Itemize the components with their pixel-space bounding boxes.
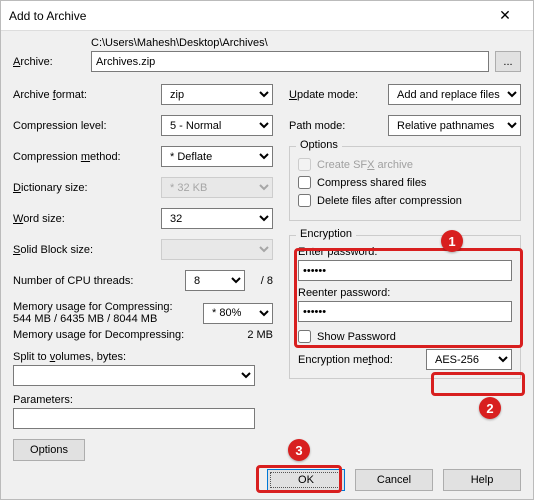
split-select[interactable] — [13, 365, 255, 386]
cancel-button[interactable]: Cancel — [355, 469, 433, 491]
mem-comp-detail: 544 MB / 6435 MB / 8044 MB — [13, 313, 203, 325]
encryption-group: Encryption Enter password: Reenter passw… — [289, 235, 521, 379]
update-select[interactable]: Add and replace files — [388, 84, 521, 105]
dict-select: * 32 KB — [161, 177, 273, 198]
footer: OK Cancel Help — [267, 469, 521, 491]
threads-select[interactable]: 8 — [185, 270, 245, 291]
level-label: Compression level: — [13, 120, 161, 132]
annotation-badge-1: 1 — [441, 230, 463, 252]
mem-decomp-label: Memory usage for Decompressing: — [13, 329, 247, 341]
word-select[interactable]: 32 — [161, 208, 273, 229]
method-select[interactable]: * Deflate — [161, 146, 273, 167]
reenter-password-input[interactable] — [298, 301, 512, 322]
archive-filename-input[interactable] — [91, 51, 489, 72]
shared-label: Compress shared files — [317, 177, 426, 189]
annotation-badge-3: 3 — [288, 439, 310, 461]
threads-max: / 8 — [253, 275, 273, 287]
delete-label: Delete files after compression — [317, 195, 462, 207]
show-password-label: Show Password — [317, 331, 396, 343]
dict-label: Dictionary size: — [13, 182, 161, 194]
ok-button[interactable]: OK — [267, 469, 345, 491]
method-label: Compression method: — [13, 151, 161, 163]
pathmode-select[interactable]: Relative pathnames — [388, 115, 521, 136]
browse-button[interactable]: ... — [495, 51, 521, 72]
options-group-title: Options — [296, 139, 342, 151]
reenter-password-label: Reenter password: — [298, 287, 512, 299]
encryption-group-title: Encryption — [296, 228, 356, 240]
params-label: Parameters: — [13, 394, 273, 406]
enc-method-label: Encryption method: — [298, 354, 426, 366]
shared-checkbox[interactable] — [298, 176, 311, 189]
pathmode-label: Path mode: — [289, 120, 388, 132]
help-button[interactable]: Help — [443, 469, 521, 491]
word-label: Word size: — [13, 213, 161, 225]
level-select[interactable]: 5 - Normal — [161, 115, 273, 136]
enter-password-label: Enter password: — [298, 246, 512, 258]
titlebar: Add to Archive ✕ — [1, 1, 533, 31]
enc-method-select[interactable]: AES-256 — [426, 349, 512, 370]
window-title: Add to Archive — [9, 9, 485, 23]
enter-password-input[interactable] — [298, 260, 512, 281]
threads-label: Number of CPU threads: — [13, 275, 185, 287]
mem-decomp-value: 2 MB — [247, 329, 273, 341]
dialog-window: Add to Archive ✕ C:\Users\Mahesh\Desktop… — [0, 0, 534, 500]
left-column: Archive format: zip Compression level: 5… — [13, 80, 273, 461]
update-label: Update mode: — [289, 89, 388, 101]
format-select[interactable]: zip — [161, 84, 273, 105]
sfx-checkbox — [298, 158, 311, 171]
block-select — [161, 239, 273, 260]
block-label: Solid Block size: — [13, 244, 161, 256]
params-input[interactable] — [13, 408, 255, 429]
format-label: Archive format: — [13, 89, 161, 101]
split-label: Split to volumes, bytes: — [13, 351, 273, 363]
archive-label: Archive: — [13, 56, 91, 68]
show-password-checkbox[interactable] — [298, 330, 311, 343]
mem-comp-label: Memory usage for Compressing: — [13, 301, 203, 313]
close-icon[interactable]: ✕ — [485, 7, 525, 24]
sfx-label: Create SFX archive — [317, 159, 413, 171]
options-group: Options Create SFX archive Compress shar… — [289, 146, 521, 221]
delete-checkbox[interactable] — [298, 194, 311, 207]
archive-path: C:\Users\Mahesh\Desktop\Archives\ — [91, 37, 521, 49]
annotation-badge-2: 2 — [479, 397, 501, 419]
mem-comp-select[interactable]: * 80% — [203, 303, 273, 324]
options-button[interactable]: Options — [13, 439, 85, 461]
